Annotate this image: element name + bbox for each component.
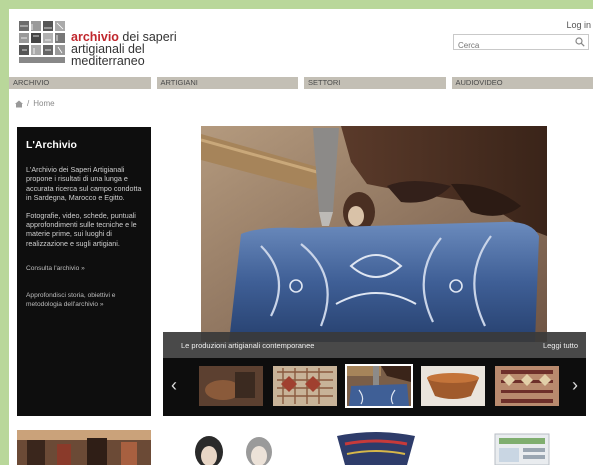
- thumbnail-5[interactable]: [495, 366, 559, 406]
- thumbnail-strip: ‹ ›: [163, 358, 586, 416]
- breadcrumb-home[interactable]: Home: [33, 99, 54, 108]
- slideshow-read-more[interactable]: Leggi tutto: [543, 341, 578, 350]
- search-icon[interactable]: [575, 37, 585, 47]
- breadcrumb-separator: /: [27, 99, 30, 108]
- nav-item-audiovideo[interactable]: AUDIOVIDEO: [451, 77, 593, 89]
- slideshow-caption-bar: Le produzioni artigianali contemporanee …: [163, 332, 586, 358]
- main-nav: ARCHIVIO ARTIGIANI SETTORI AUDIOVIDEO: [9, 77, 593, 89]
- breadcrumb: / Home: [15, 99, 55, 108]
- home-icon[interactable]: [15, 100, 23, 108]
- nav-item-archivio[interactable]: ARCHIVIO: [9, 77, 151, 89]
- login-link[interactable]: Log in: [566, 20, 591, 30]
- search-box: [453, 34, 589, 53]
- sidebar-paragraph-intro: L'Archivio dei Saperi Artigianali propon…: [26, 165, 142, 203]
- site-title-line3: mediterraneo: [71, 54, 145, 68]
- sidebar-link-history[interactable]: Approfondisci storia, obiettivi e metodo…: [26, 291, 142, 309]
- slideshow-caption: Le produzioni artigianali contemporanee: [181, 341, 315, 350]
- archive-sidebar: L'Archivio L'Archivio dei Saperi Artigia…: [17, 127, 151, 416]
- page: archivio dei saperi artigianali del medi…: [9, 9, 593, 465]
- nav-item-artigiani[interactable]: ARTIGIANI: [156, 77, 298, 89]
- preview-image-4[interactable]: [481, 430, 561, 465]
- thumbnail-1[interactable]: [199, 366, 263, 406]
- next-arrow-icon[interactable]: ›: [572, 376, 578, 394]
- prev-arrow-icon[interactable]: ‹: [171, 376, 177, 394]
- thumbnail-2[interactable]: [273, 366, 337, 406]
- sidebar-paragraph-content: Fotografie, video, schede, puntuali appr…: [26, 210, 137, 248]
- thumbnail-3-active[interactable]: [345, 364, 413, 408]
- sidebar-link-consult[interactable]: Consulta l'archivio »: [26, 264, 142, 273]
- nav-item-settori[interactable]: SETTORI: [304, 77, 446, 89]
- sidebar-title: L'Archivio: [26, 139, 77, 151]
- preview-image-3[interactable]: [327, 430, 425, 465]
- preview-image-2[interactable]: [175, 430, 299, 465]
- logo-mark[interactable]: [17, 19, 67, 65]
- preview-image-1[interactable]: [17, 430, 151, 465]
- search-input[interactable]: [454, 38, 564, 53]
- thumbnail-4[interactable]: [421, 366, 485, 406]
- hero-image[interactable]: [201, 126, 547, 342]
- site-title[interactable]: archivio dei saperi artigianali del medi…: [71, 31, 177, 68]
